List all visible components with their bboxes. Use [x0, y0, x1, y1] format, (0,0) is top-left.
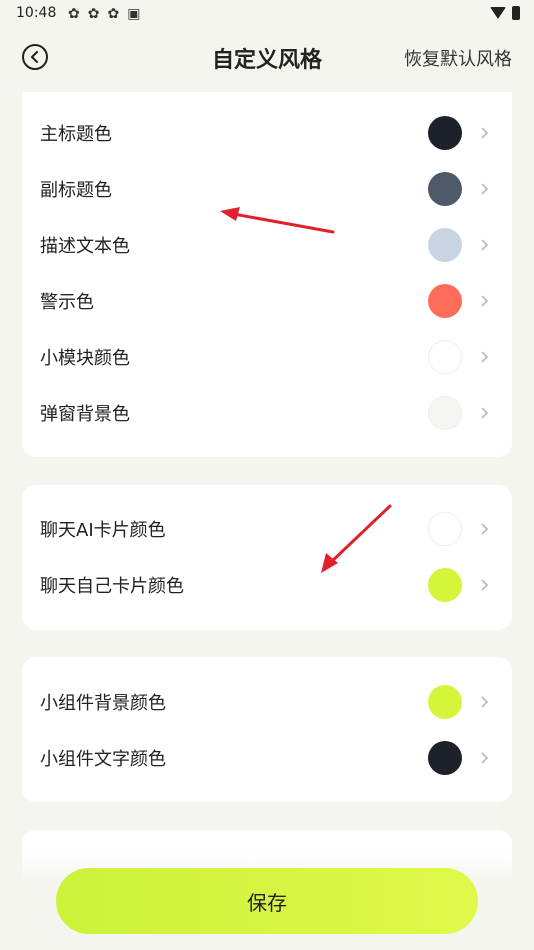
- row-label: 聊天自己卡片颜色: [40, 576, 184, 597]
- row-label: 小组件背景颜色: [40, 693, 166, 714]
- chevron-right-icon: [481, 239, 489, 251]
- row-label: 小组件文字颜色: [40, 749, 166, 770]
- section-card-chat-colors: 聊天AI卡片颜色 聊天自己卡片颜色: [22, 485, 512, 630]
- setting-row-popup-background-color[interactable]: 弹窗背景色: [22, 385, 512, 441]
- color-swatch: [428, 741, 462, 775]
- row-label: 小模块颜色: [40, 348, 130, 369]
- a-badge-icon: ▣: [127, 6, 141, 22]
- setting-row-widget-background-color[interactable]: 小组件背景颜色: [22, 674, 512, 730]
- row-label: 描述文本色: [40, 236, 130, 257]
- color-swatch: [428, 568, 462, 602]
- setting-row-chat-self-card-color[interactable]: 聊天自己卡片颜色: [22, 557, 512, 613]
- color-swatch: [428, 228, 462, 262]
- setting-row-warning-color[interactable]: 警示色: [22, 273, 512, 329]
- save-button[interactable]: 保存: [56, 868, 478, 934]
- status-bar: 10:48 ✿ ✿ ✿ ▣: [0, 0, 534, 28]
- chevron-right-icon: [481, 295, 489, 307]
- setting-row-module-color[interactable]: 小模块颜色: [22, 329, 512, 385]
- color-swatch: [428, 284, 462, 318]
- row-label: 聊天AI卡片颜色: [40, 520, 166, 541]
- system-icons: [490, 6, 520, 20]
- header: 自定义风格 恢复默认风格: [0, 28, 534, 88]
- color-swatch: [428, 396, 462, 430]
- section-card-text-colors: 主标题色 副标题色 描述文本色 警示色 小模块颜色 弹窗背景色: [22, 92, 512, 457]
- chevron-right-icon: [481, 183, 489, 195]
- chevron-right-icon: [481, 351, 489, 363]
- color-swatch: [428, 512, 462, 546]
- color-swatch: [428, 340, 462, 374]
- color-swatch: [428, 172, 462, 206]
- setting-row-widget-text-color[interactable]: 小组件文字颜色: [22, 730, 512, 786]
- setting-row-subtitle-color[interactable]: 副标题色: [22, 161, 512, 217]
- chevron-right-icon: [481, 523, 489, 535]
- chevron-right-icon: [481, 407, 489, 419]
- app-icon: ✿: [87, 6, 100, 22]
- status-time: 10:48: [16, 5, 57, 21]
- row-label: 警示色: [40, 292, 94, 313]
- reset-default-style-button[interactable]: 恢复默认风格: [404, 45, 512, 71]
- app-icon: ✿: [68, 6, 80, 22]
- row-label: 弹窗背景色: [40, 404, 130, 425]
- row-label: 副标题色: [40, 180, 112, 201]
- chevron-right-icon: [481, 127, 489, 139]
- battery-icon: [512, 6, 520, 20]
- chevron-right-icon: [481, 579, 489, 591]
- row-label: 主标题色: [40, 124, 112, 145]
- app-icon: ✿: [107, 6, 120, 22]
- setting-row-description-text-color[interactable]: 描述文本色: [22, 217, 512, 273]
- chevron-right-icon: [481, 696, 489, 708]
- setting-row-main-title-color[interactable]: 主标题色: [22, 105, 512, 161]
- section-card-widget-colors: 小组件背景颜色 小组件文字颜色: [22, 657, 512, 802]
- wifi-icon: [490, 7, 506, 19]
- color-swatch: [428, 116, 462, 150]
- notification-icons: ✿ ✿ ✿ ▣: [68, 6, 140, 22]
- setting-row-chat-ai-card-color[interactable]: 聊天AI卡片颜色: [22, 501, 512, 557]
- color-swatch: [428, 685, 462, 719]
- chevron-right-icon: [481, 752, 489, 764]
